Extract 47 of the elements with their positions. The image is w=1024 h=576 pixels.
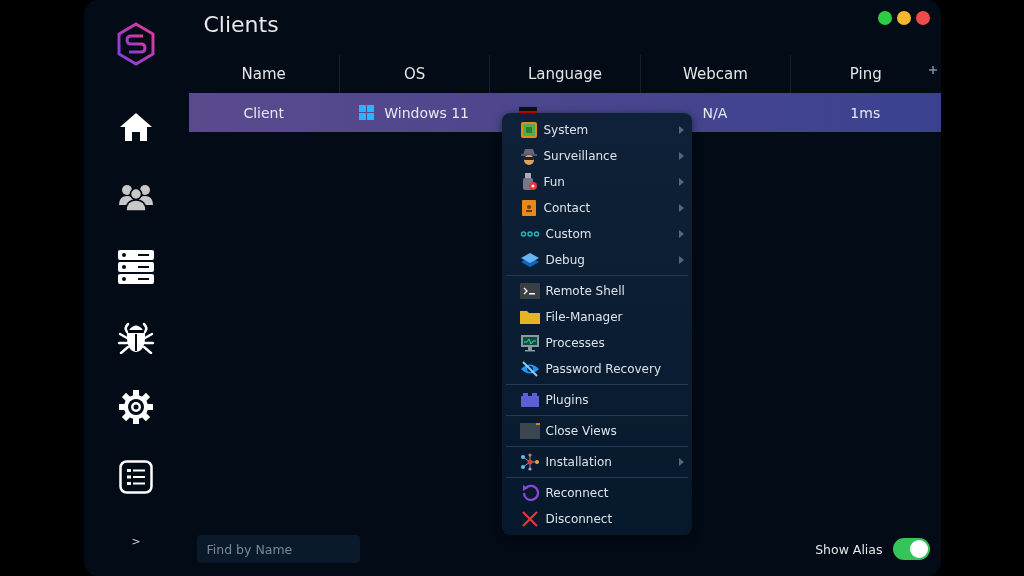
menu-item[interactable]: Debug — [501, 247, 692, 273]
expand-button[interactable]: > — [125, 533, 147, 550]
toggle-switch[interactable] — [892, 538, 930, 560]
bug-icon[interactable] — [118, 320, 154, 354]
contact-book-icon — [519, 199, 538, 217]
search-field[interactable]: Find by Name — [196, 535, 360, 563]
terminal-icon — [519, 282, 540, 300]
maximize-button[interactable] — [877, 11, 892, 25]
spy-icon — [519, 147, 538, 165]
users-icon[interactable] — [118, 183, 154, 211]
toggle-label: Show Alias — [815, 541, 883, 557]
window-icon — [519, 422, 540, 440]
network-icon — [519, 453, 540, 471]
menu-item[interactable]: Installation — [501, 449, 692, 475]
hidden-eye-icon — [519, 360, 540, 378]
window-title: Clients — [203, 12, 279, 37]
folder-icon — [519, 308, 540, 326]
chip-icon — [519, 121, 538, 139]
logo-icon — [116, 22, 156, 66]
menu-item[interactable]: Fun — [501, 169, 692, 195]
close-button[interactable] — [915, 11, 930, 25]
menu-item[interactable]: Remote Shell — [501, 278, 692, 304]
menu-item[interactable]: Plugins — [501, 387, 692, 413]
menu-item[interactable]: Custom — [501, 221, 692, 247]
list-icon[interactable] — [119, 460, 153, 494]
minimize-button[interactable] — [896, 11, 911, 25]
windows-logo-icon — [359, 105, 375, 120]
menu-item[interactable]: Close Views — [501, 418, 692, 444]
menu-item[interactable]: Contact — [501, 195, 692, 221]
table-cell: Client — [243, 104, 284, 121]
close-icon — [519, 510, 540, 528]
menu-item[interactable]: Password Recovery — [501, 356, 692, 382]
server-icon[interactable] — [118, 250, 154, 284]
menu-item[interactable]: Surveillance — [501, 143, 692, 169]
home-icon[interactable] — [119, 112, 153, 142]
layers-icon — [519, 251, 540, 269]
menu-item[interactable]: Reconnect — [501, 480, 692, 506]
blocks-icon — [519, 391, 540, 409]
menu-item[interactable]: File-Manager — [501, 304, 692, 330]
column-header[interactable]: Name — [188, 55, 339, 93]
table-cell: Windows 11 — [384, 104, 469, 121]
table-cell: 1ms — [850, 104, 881, 121]
menu-item[interactable]: Disconnect — [501, 506, 692, 532]
table-cell: N/A — [702, 104, 728, 121]
menu-item[interactable]: Processes — [501, 330, 692, 356]
add-column-icon[interactable] — [928, 64, 937, 77]
monitor-icon — [519, 334, 540, 352]
